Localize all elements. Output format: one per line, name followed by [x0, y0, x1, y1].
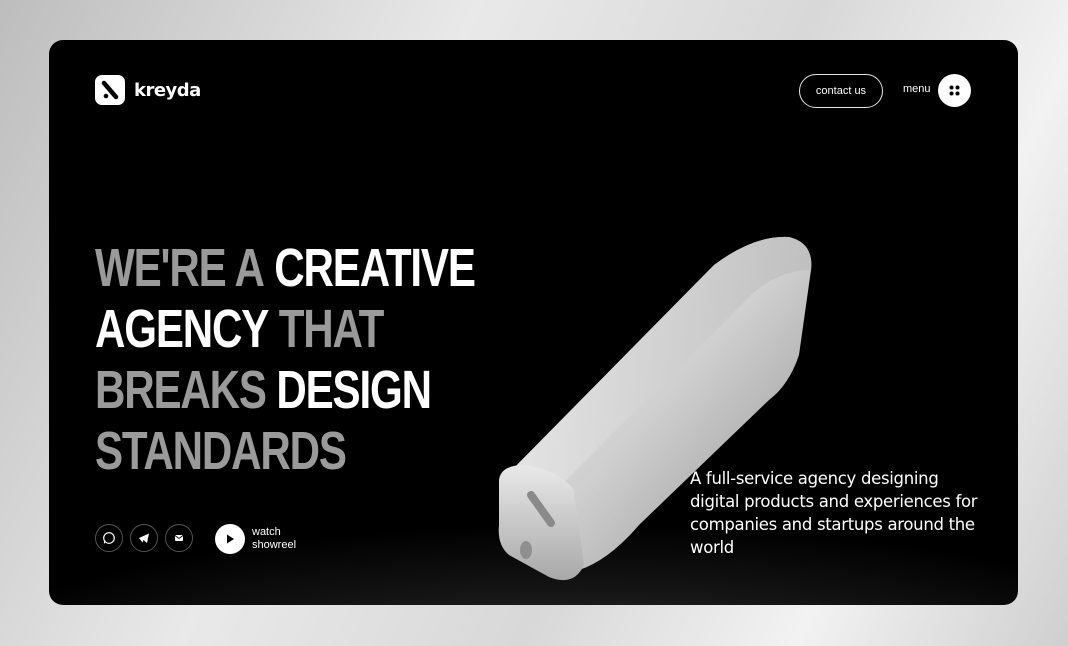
hero-tagline: A full-service agency designing digital … [690, 469, 978, 557]
brand-name: kreyda [134, 79, 201, 101]
menu-button[interactable] [938, 74, 971, 107]
brand-logo[interactable]: kreyda [95, 75, 201, 105]
headline-word: BREAKS [95, 360, 277, 420]
headline-line: AGENCY THAT [95, 299, 475, 360]
contact-us-button[interactable]: contact us [799, 74, 883, 108]
headline-word: AGENCY [95, 299, 279, 359]
four-dots-icon [949, 85, 960, 96]
whatsapp-icon [103, 532, 115, 544]
telegram-button[interactable] [130, 524, 158, 552]
headline-word: DESIGN [276, 360, 432, 420]
showreel-label[interactable]: watch showreel [252, 526, 296, 552]
showreel-line-1: watch [252, 526, 281, 538]
mail-button[interactable] [165, 524, 193, 552]
hero-card: kreyda contact us menu WE'RE A CREATIVE A… [49, 40, 1018, 605]
mail-icon [174, 535, 184, 541]
slash-logo-icon [95, 75, 125, 105]
menu-label[interactable]: menu [903, 83, 931, 95]
hero-headline: WE'RE A CREATIVE AGENCY THAT BREAKS DESIGN… [95, 238, 476, 482]
whatsapp-button[interactable] [95, 524, 123, 552]
telegram-icon [139, 533, 149, 543]
headline-line: BREAKS DESIGN [95, 360, 475, 421]
headline-word: CREATIVE [274, 238, 476, 298]
headline-word: THAT [278, 299, 385, 359]
headline-line: STANDARDS [95, 421, 475, 482]
headline-line: WE'RE A CREATIVE [95, 238, 476, 299]
watch-showreel-button[interactable] [215, 524, 245, 554]
play-icon [227, 534, 234, 544]
headline-word: WE'RE A [95, 238, 275, 298]
headline-word: STANDARDS [95, 421, 347, 481]
showreel-line-2: showreel [252, 539, 297, 551]
